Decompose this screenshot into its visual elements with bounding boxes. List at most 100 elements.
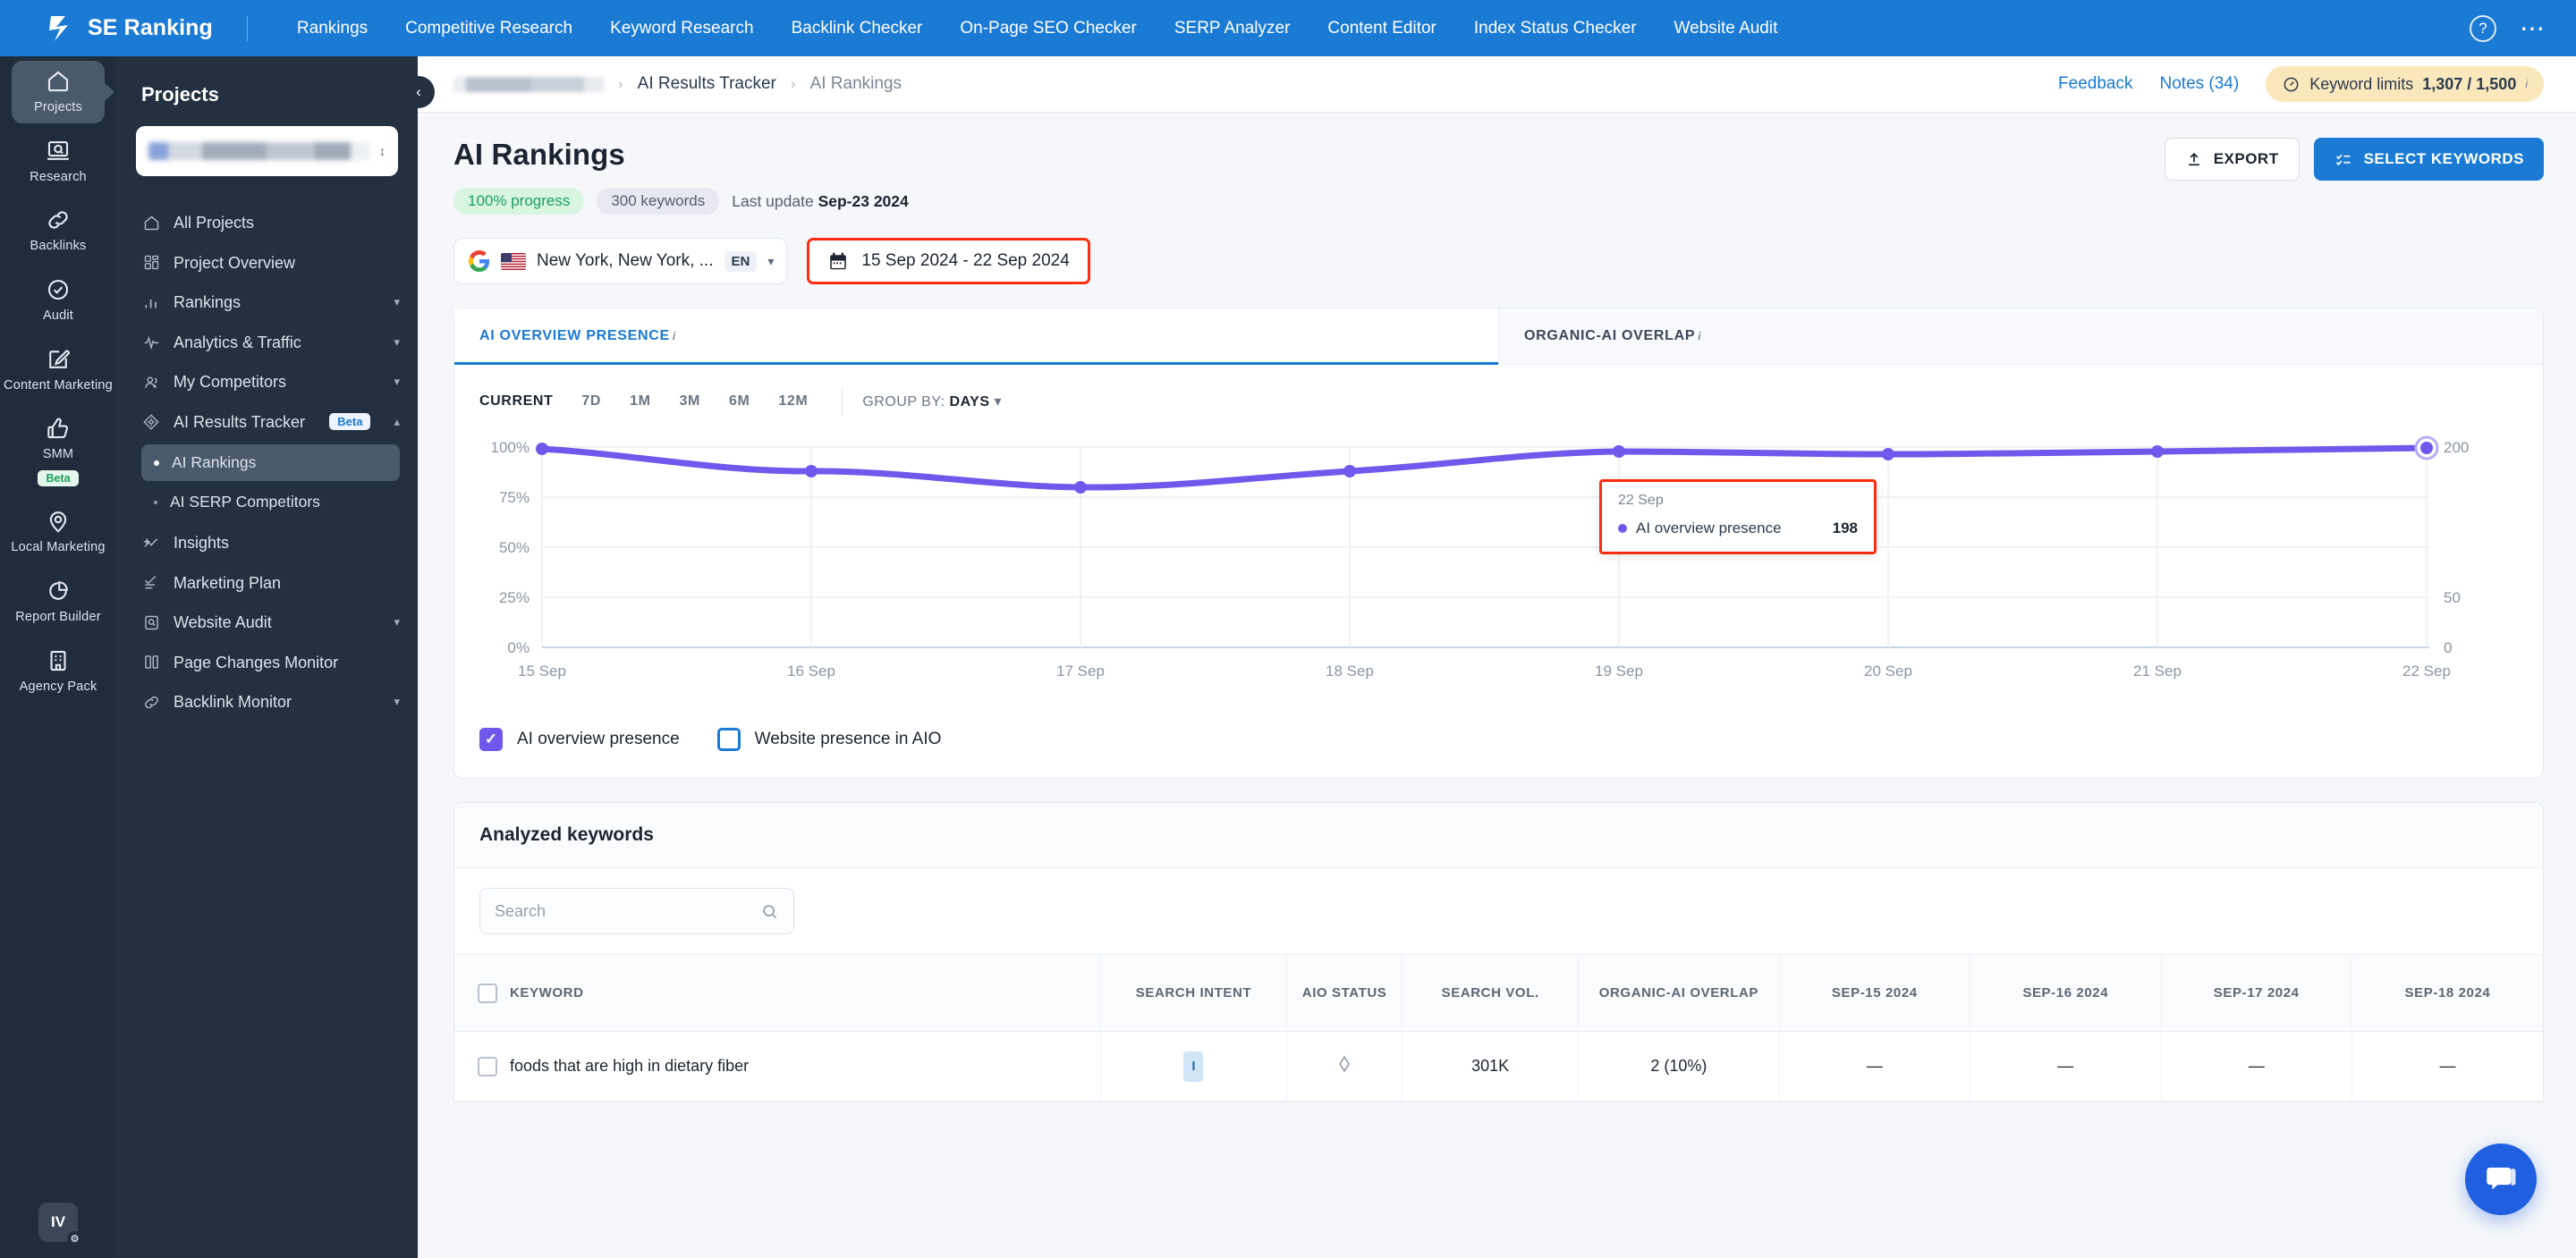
svg-text:16 Sep: 16 Sep — [787, 663, 835, 680]
checkbox-ai-overview-presence[interactable]: ✓ — [479, 728, 503, 751]
svg-text:20 Sep: 20 Sep — [1864, 663, 1912, 680]
column-header-keyword[interactable]: KEYWORD — [454, 954, 1101, 1032]
rail-label-report-builder: Report Builder — [15, 609, 101, 624]
column-header-search-volume[interactable]: SEARCH VOL. — [1402, 954, 1579, 1032]
sidebar-item-ai-serp-competitors[interactable]: AI SERP Competitors — [141, 484, 400, 520]
last-update-label: Last update — [732, 191, 814, 210]
breadcrumb-project-redacted[interactable] — [453, 76, 604, 92]
info-icon[interactable]: i — [2525, 78, 2528, 90]
sidebar-item-ai-results-tracker[interactable]: AI Results Tracker Beta ▴ — [116, 402, 418, 443]
range-1m[interactable]: 1M — [615, 393, 665, 409]
research-icon — [47, 140, 69, 160]
info-icon[interactable]: i — [1698, 330, 1701, 342]
page-body: AI Rankings 100% progress 300 keywords L… — [418, 113, 2576, 1102]
topnav-item-backlink-checker[interactable]: Backlink Checker — [773, 0, 942, 56]
breadcrumb-bar: › AI Results Tracker › AI Rankings Feedb… — [418, 56, 2576, 113]
sidebar-label-ai-serp-competitors: AI SERP Competitors — [170, 493, 320, 511]
rail-item-report-builder[interactable]: Report Builder — [0, 566, 116, 636]
rail-item-research[interactable]: Research — [0, 126, 116, 196]
rail-item-agency-pack[interactable]: Agency Pack — [0, 636, 116, 705]
sidebar-collapse-button[interactable]: ‹ — [402, 76, 435, 108]
table-row[interactable]: foods that are high in dietary fiber I 3… — [454, 1031, 2543, 1102]
column-label-keyword: KEYWORD — [510, 985, 584, 1000]
topnav-item-competitive-research[interactable]: Competitive Research — [386, 0, 591, 56]
row-checkbox[interactable] — [478, 1056, 497, 1076]
rail-item-projects[interactable]: Projects — [0, 56, 116, 126]
rail-item-local-marketing[interactable]: Local Marketing — [0, 496, 116, 566]
rail-item-content-marketing[interactable]: Content Marketing — [0, 334, 116, 404]
rail-item-audit[interactable]: Audit — [0, 265, 116, 334]
range-12m[interactable]: 12M — [764, 393, 822, 409]
group-by-control[interactable]: GROUP BY: DAYS ▾ — [862, 393, 1002, 410]
rail-label-backlinks: Backlinks — [30, 239, 87, 254]
sidebar-item-website-audit[interactable]: Website Audit ▾ — [116, 603, 418, 643]
select-keywords-button[interactable]: SELECT KEYWORDS — [2313, 138, 2544, 181]
column-header-sep-18-2024[interactable]: SEP-18 2024 — [2351, 954, 2543, 1032]
column-header-sep-17-2024[interactable]: SEP-17 2024 — [2160, 954, 2352, 1032]
sidebar-item-rankings[interactable]: Rankings ▾ — [116, 283, 418, 323]
intent-badge[interactable]: I — [1183, 1051, 1204, 1082]
sidebar-item-project-overview[interactable]: Project Overview — [116, 243, 418, 283]
location-selector[interactable]: New York, New York, ... EN ▾ — [453, 238, 788, 284]
column-header-aio-status[interactable]: AIO STATUS — [1285, 954, 1402, 1032]
breadcrumb-ai-results-tracker[interactable]: AI Results Tracker — [638, 74, 776, 94]
svg-text:25%: 25% — [499, 589, 530, 606]
range-6m[interactable]: 6M — [715, 393, 764, 409]
select-all-checkbox[interactable] — [478, 983, 497, 1003]
chevron-down-icon: ▾ — [394, 375, 400, 389]
sidebar-item-marketing-plan[interactable]: Marketing Plan — [116, 563, 418, 604]
svg-text:50: 50 — [2444, 589, 2461, 606]
notes-link[interactable]: Notes (34) — [2160, 74, 2240, 94]
topnav-item-index-status-checker[interactable]: Index Status Checker — [1455, 0, 1656, 56]
topnav-item-content-editor[interactable]: Content Editor — [1309, 0, 1454, 56]
svg-text:100%: 100% — [491, 439, 530, 456]
rail-item-backlinks[interactable]: Backlinks — [0, 195, 116, 265]
column-header-search-intent[interactable]: SEARCH INTENT — [1100, 954, 1287, 1032]
svg-text:0%: 0% — [507, 639, 530, 656]
info-icon[interactable]: i — [673, 330, 676, 342]
tab-organic-ai-overlap[interactable]: ORGANIC-AI OVERLAP i — [1498, 308, 2543, 364]
range-7d[interactable]: 7D — [567, 393, 615, 409]
date-range-picker[interactable]: 15 Sep 2024 - 22 Sep 2024 — [807, 238, 1090, 284]
sidebar-item-my-competitors[interactable]: My Competitors ▾ — [116, 362, 418, 402]
more-options-icon[interactable]: ⋯ — [2520, 15, 2546, 40]
sidebar-item-all-projects[interactable]: All Projects — [116, 203, 418, 243]
keyword-limits-badge[interactable]: Keyword limits 1,307 / 1,500 i — [2266, 66, 2544, 102]
topnav-item-serp-analyzer[interactable]: SERP Analyzer — [1156, 0, 1309, 56]
gear-icon[interactable]: ⚙ — [67, 1231, 82, 1246]
feedback-link[interactable]: Feedback — [2058, 74, 2132, 94]
chat-support-button[interactable] — [2465, 1144, 2537, 1215]
topnav-item-website-audit[interactable]: Website Audit — [1656, 0, 1797, 56]
export-button[interactable]: EXPORT — [2164, 138, 2300, 181]
breadcrumb-actions: Feedback Notes (34) Keyword limits 1,307… — [2058, 66, 2544, 102]
search-input[interactable] — [495, 901, 760, 921]
search-box[interactable] — [479, 888, 794, 934]
rail-item-smm[interactable]: SMM Beta — [0, 403, 116, 496]
topnav-item-rankings[interactable]: Rankings — [278, 0, 386, 56]
page-header-left: AI Rankings 100% progress 300 keywords L… — [453, 138, 909, 215]
legend-item-ai-overview-presence[interactable]: ✓ AI overview presence — [479, 728, 680, 751]
column-header-sep-16-2024[interactable]: SEP-16 2024 — [1970, 954, 2161, 1032]
insights-icon — [141, 534, 161, 553]
sidebar-item-insights[interactable]: Insights — [116, 523, 418, 563]
thumbs-up-icon — [47, 418, 68, 439]
sidebar-item-page-changes-monitor[interactable]: Page Changes Monitor — [116, 643, 418, 683]
tab-ai-overview-presence[interactable]: AI OVERVIEW PRESENCE i — [454, 308, 1498, 365]
sidebar-item-analytics-traffic[interactable]: Analytics & Traffic ▾ — [116, 323, 418, 363]
topnav-item-on-page-seo-checker[interactable]: On-Page SEO Checker — [941, 0, 1155, 56]
range-current[interactable]: CURRENT — [479, 393, 567, 409]
svg-text:18 Sep: 18 Sep — [1326, 663, 1374, 680]
column-header-sep-15-2024[interactable]: SEP-15 2024 — [1778, 954, 1970, 1032]
legend-item-website-presence-in-aio[interactable]: Website presence in AIO — [716, 728, 941, 751]
sidebar-item-backlink-monitor[interactable]: Backlink Monitor ▾ — [116, 682, 418, 722]
topnav-item-keyword-research[interactable]: Keyword Research — [591, 0, 773, 56]
column-header-organic-ai-overlap[interactable]: ORGANIC-AI OVERLAP — [1578, 954, 1780, 1032]
project-selector[interactable]: ↕ — [136, 126, 398, 176]
help-icon[interactable]: ? — [2470, 14, 2496, 42]
user-avatar[interactable]: IV ⚙ — [38, 1203, 82, 1246]
svg-text:15 Sep: 15 Sep — [518, 663, 566, 680]
brand-logo-group[interactable]: SE Ranking — [47, 13, 213, 44]
sidebar-item-ai-rankings[interactable]: AI Rankings — [141, 444, 400, 481]
range-3m[interactable]: 3M — [665, 393, 715, 409]
checkbox-website-presence-in-aio[interactable] — [716, 728, 741, 751]
